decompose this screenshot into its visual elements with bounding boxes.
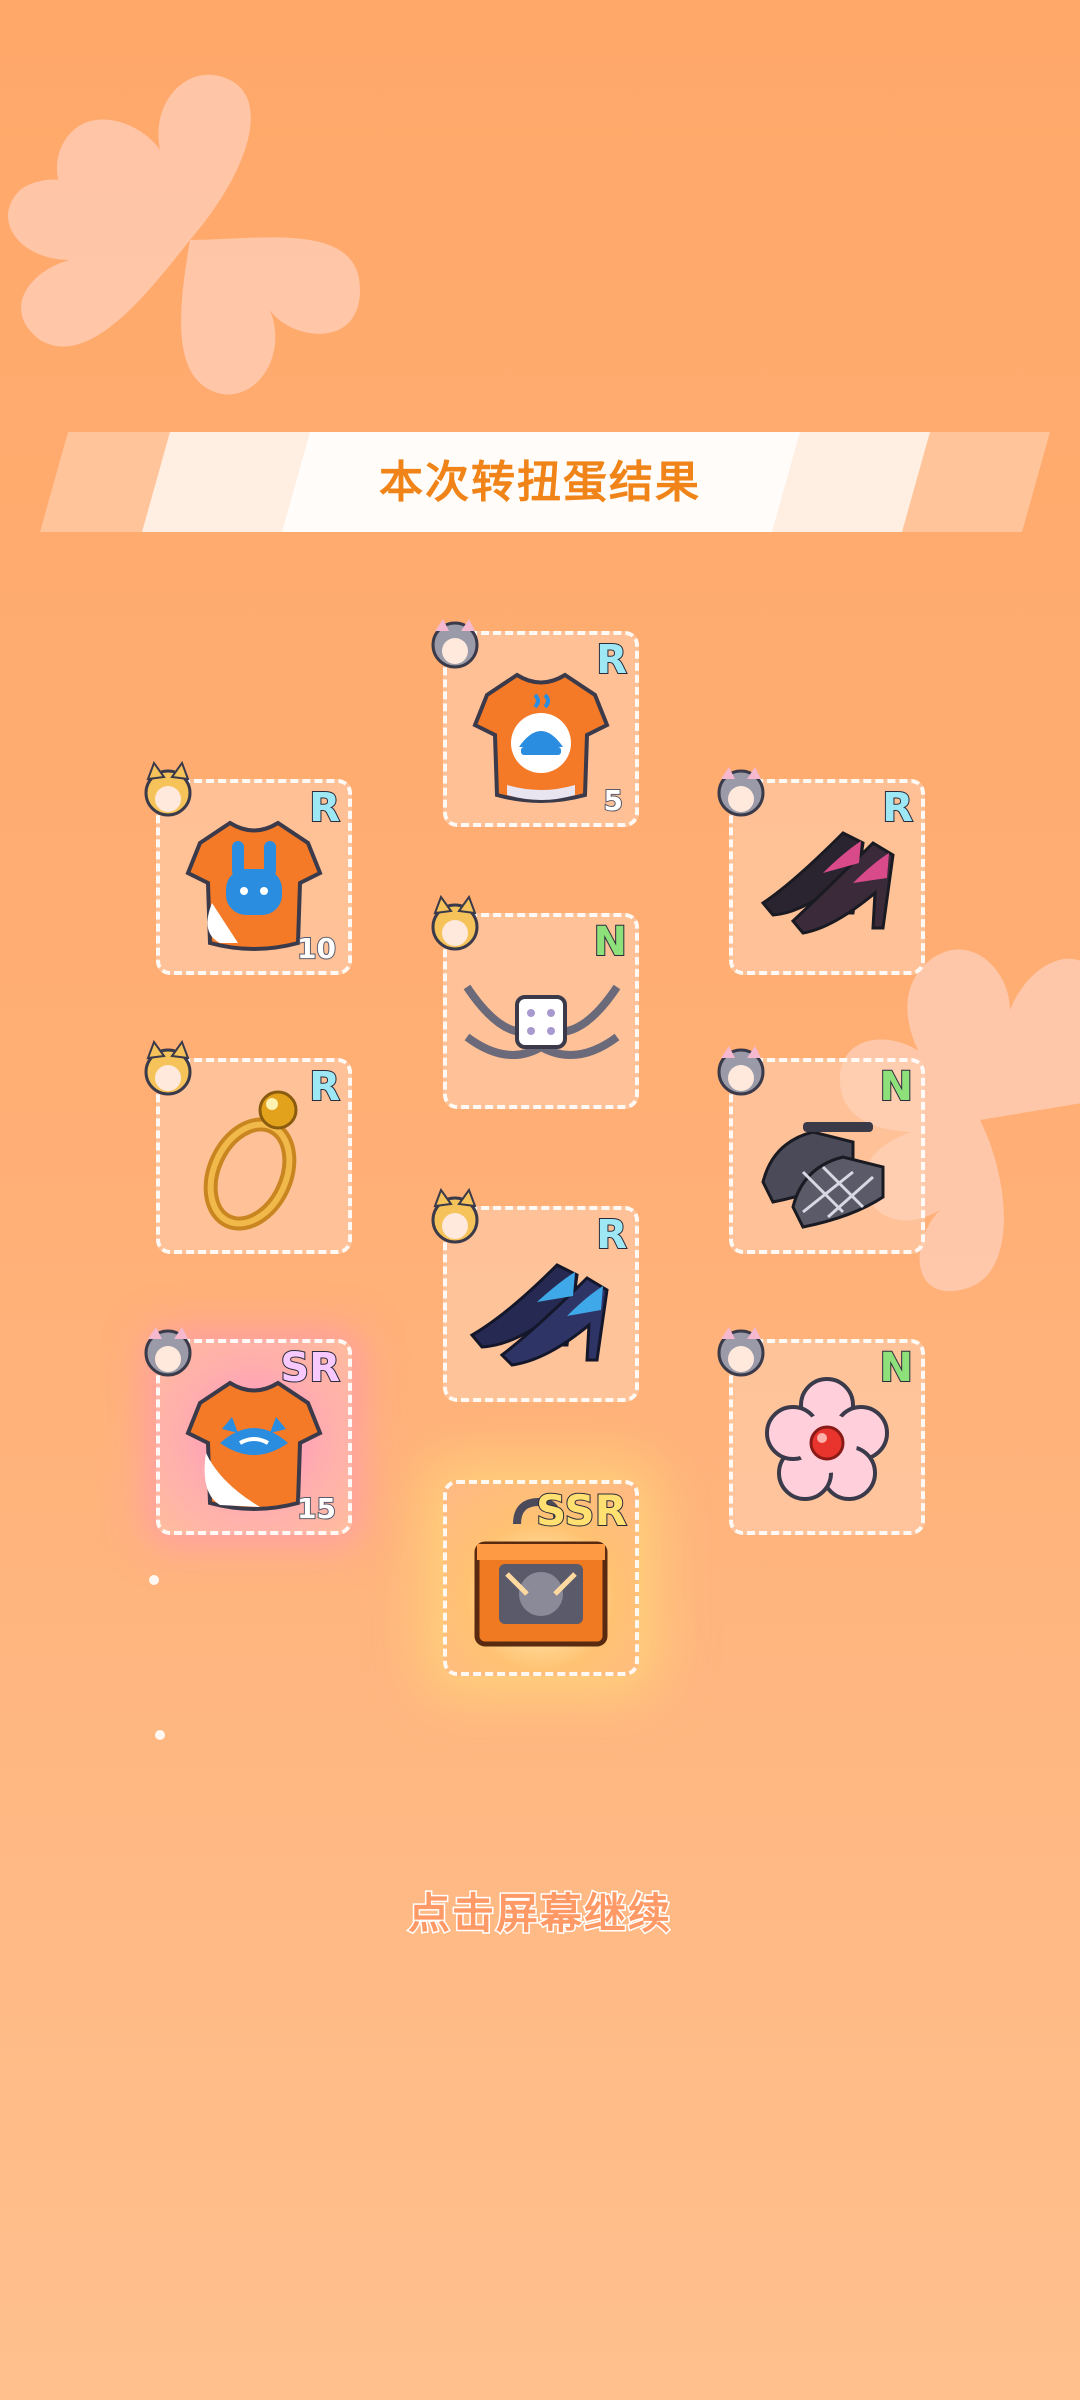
tap-to-continue-hint[interactable]: 点击屏幕继续 [0,1880,1080,1941]
rarity-badge: N [879,1063,915,1111]
background-flower-top-left [8,74,360,395]
item-card-gold-ring[interactable]: R [144,1040,352,1254]
quantity-label: 5 [602,783,624,818]
item-card-bunny-shirt[interactable]: R 10 [144,761,352,975]
item-card-mystery-box[interactable]: SSR [443,1480,639,1676]
gray-hair-character-avatar-icon [717,1327,765,1377]
result-title: 本次转扭蛋结果 [379,457,701,508]
blonde-fox-character-avatar-icon [144,761,192,817]
blonde-fox-character-avatar-icon [144,1040,192,1096]
quantity-label: 10 [296,931,337,966]
rarity-badge: R [881,784,914,832]
rarity-badge: N [593,918,629,966]
rarity-badge: R [595,636,628,684]
rarity-badge: R [595,1211,628,1259]
sparkle-decoration [149,1575,165,1740]
item-card-plaid-shoes[interactable]: N [717,1046,925,1254]
quantity-label: 15 [296,1491,337,1526]
item-card-pink-heels[interactable]: R [717,767,925,975]
gray-hair-character-avatar-icon [431,619,479,669]
rarity-badge: R [308,1063,341,1111]
item-card-bell-shirt[interactable]: R 5 [431,619,639,827]
item-card-flower-accessory[interactable]: N [717,1327,925,1535]
item-card-collar[interactable]: N [431,895,639,1109]
blonde-fox-character-avatar-icon [431,895,479,951]
gray-hair-character-avatar-icon [717,1046,765,1096]
blonde-fox-character-avatar-icon [431,1188,479,1244]
rarity-badge: N [879,1344,915,1392]
gray-hair-character-avatar-icon [144,1327,192,1377]
item-card-cat-shirt[interactable]: SR 15 [144,1327,352,1535]
gray-hair-character-avatar-icon [717,767,765,817]
rarity-badge: SSR [535,1485,628,1536]
rarity-badge: R [308,784,341,832]
item-card-blue-heels[interactable]: R [431,1188,639,1402]
rarity-badge: SR [279,1344,341,1392]
